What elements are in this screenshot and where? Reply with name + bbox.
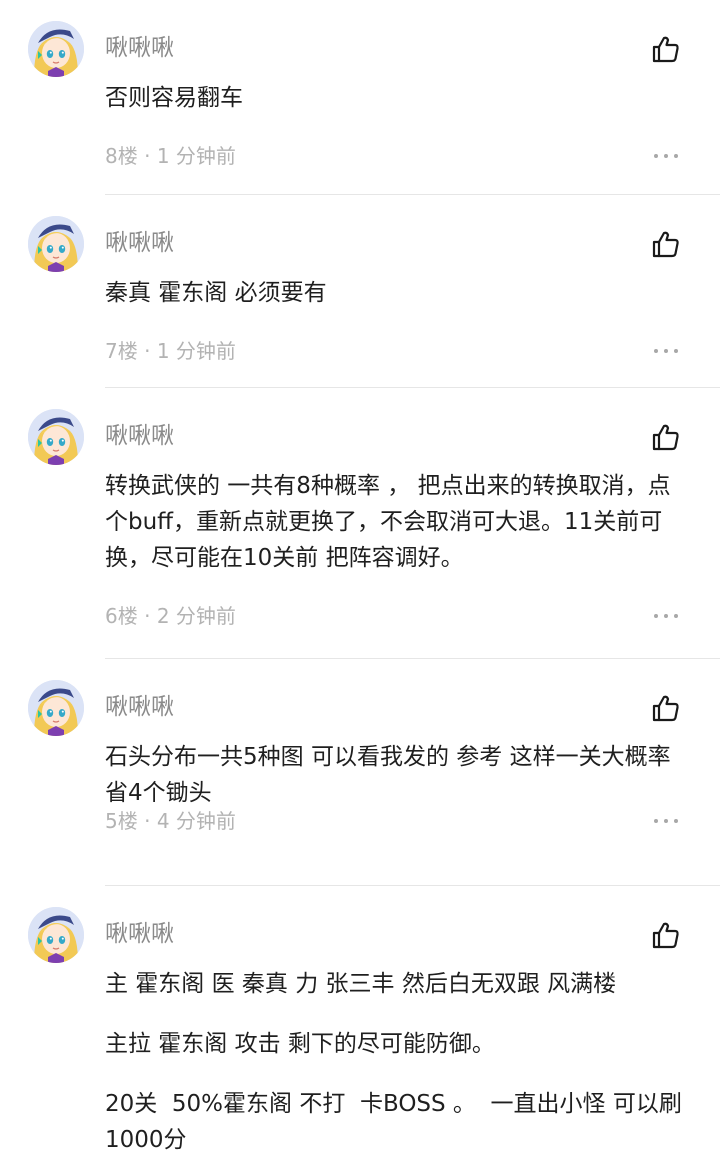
- thumbs-up-icon[interactable]: [648, 31, 684, 67]
- thumbs-up-icon[interactable]: [648, 226, 684, 262]
- comment-item: 啾啾啾 主 霍东阁 医 秦真 力 张三丰 然后白无双跟 风满楼 主拉 霍东阁 攻…: [0, 886, 720, 1172]
- comment-item: 啾啾啾 秦真 霍东阁 必须要有 7楼 · 1 分钟前: [0, 195, 720, 388]
- comment-text: 主拉 霍东阁 攻击 剩下的尽可能防御。: [105, 1031, 495, 1057]
- comment-text: 石头分布一共5种图 可以看我发的 参考 这样一关大概率省4个锄头: [105, 744, 671, 806]
- comment-body: 秦真 霍东阁 必须要有: [105, 275, 682, 311]
- comment-body: 石头分布一共5种图 可以看我发的 参考 这样一关大概率省4个锄头: [105, 739, 682, 811]
- comment-text: 主 霍东阁 医 秦真 力 张三丰 然后白无双跟 风满楼: [105, 971, 617, 997]
- floor-number: 5楼: [105, 809, 138, 833]
- comment-meta: 5楼 · 4 分钟前: [105, 808, 720, 834]
- more-dots-icon[interactable]: [654, 338, 678, 364]
- comment-text: 否则容易翻车: [105, 85, 243, 111]
- avatar[interactable]: [28, 907, 84, 963]
- avatar[interactable]: [28, 21, 84, 77]
- comment-meta: 7楼 · 1 分钟前: [105, 338, 720, 364]
- avatar[interactable]: [28, 409, 84, 465]
- thumbs-up-icon[interactable]: [648, 917, 684, 953]
- more-dots-icon[interactable]: [654, 143, 678, 169]
- comment-meta: 8楼 · 1 分钟前: [105, 143, 720, 169]
- thumbs-up-icon[interactable]: [648, 419, 684, 455]
- post-time: 1 分钟前: [156, 339, 236, 363]
- floor-number: 7楼: [105, 339, 138, 363]
- comment-body: 主 霍东阁 医 秦真 力 张三丰 然后白无双跟 风满楼 主拉 霍东阁 攻击 剩下…: [105, 966, 682, 1158]
- avatar[interactable]: [28, 216, 84, 272]
- username[interactable]: 啾啾啾: [105, 228, 174, 258]
- meta-separator: ·: [137, 144, 157, 168]
- meta-separator: ·: [137, 604, 157, 628]
- username[interactable]: 啾啾啾: [105, 692, 174, 722]
- comment-text: 秦真 霍东阁 必须要有: [105, 280, 327, 306]
- comment-body: 转换武侠的 一共有8种概率 ， 把点出来的转换取消，点个buff，重新点就更换了…: [105, 468, 682, 576]
- comment-list: 啾啾啾 否则容易翻车 8楼 · 1 分钟前 啾啾啾 秦真 霍东阁 必须要有 7楼…: [0, 0, 720, 1172]
- username[interactable]: 啾啾啾: [105, 33, 174, 63]
- comment-item: 啾啾啾 否则容易翻车 8楼 · 1 分钟前: [0, 0, 720, 195]
- more-dots-icon[interactable]: [654, 603, 678, 629]
- comment-item: 啾啾啾 石头分布一共5种图 可以看我发的 参考 这样一关大概率省4个锄头 5楼 …: [0, 659, 720, 886]
- username[interactable]: 啾啾啾: [105, 919, 174, 949]
- meta-separator: ·: [137, 339, 157, 363]
- username[interactable]: 啾啾啾: [105, 421, 174, 451]
- comment-text: 20关 50%霍东阁 不打 卡BOSS 。 一直出小怪 可以刷1000分: [105, 1091, 682, 1153]
- post-time: 1 分钟前: [156, 144, 236, 168]
- post-time: 4 分钟前: [156, 809, 236, 833]
- comment-text: 转换武侠的 一共有8种概率 ， 把点出来的转换取消，点个buff，重新点就更换了…: [105, 473, 671, 571]
- comment-item: 啾啾啾 转换武侠的 一共有8种概率 ， 把点出来的转换取消，点个buff，重新点…: [0, 388, 720, 659]
- floor-number: 6楼: [105, 604, 138, 628]
- meta-separator: ·: [137, 809, 157, 833]
- comment-meta: 6楼 · 2 分钟前: [105, 603, 720, 629]
- post-time: 2 分钟前: [156, 604, 236, 628]
- floor-number: 8楼: [105, 144, 138, 168]
- more-dots-icon[interactable]: [654, 808, 678, 834]
- avatar[interactable]: [28, 680, 84, 736]
- thumbs-up-icon[interactable]: [648, 690, 684, 726]
- comment-body: 否则容易翻车: [105, 80, 682, 116]
